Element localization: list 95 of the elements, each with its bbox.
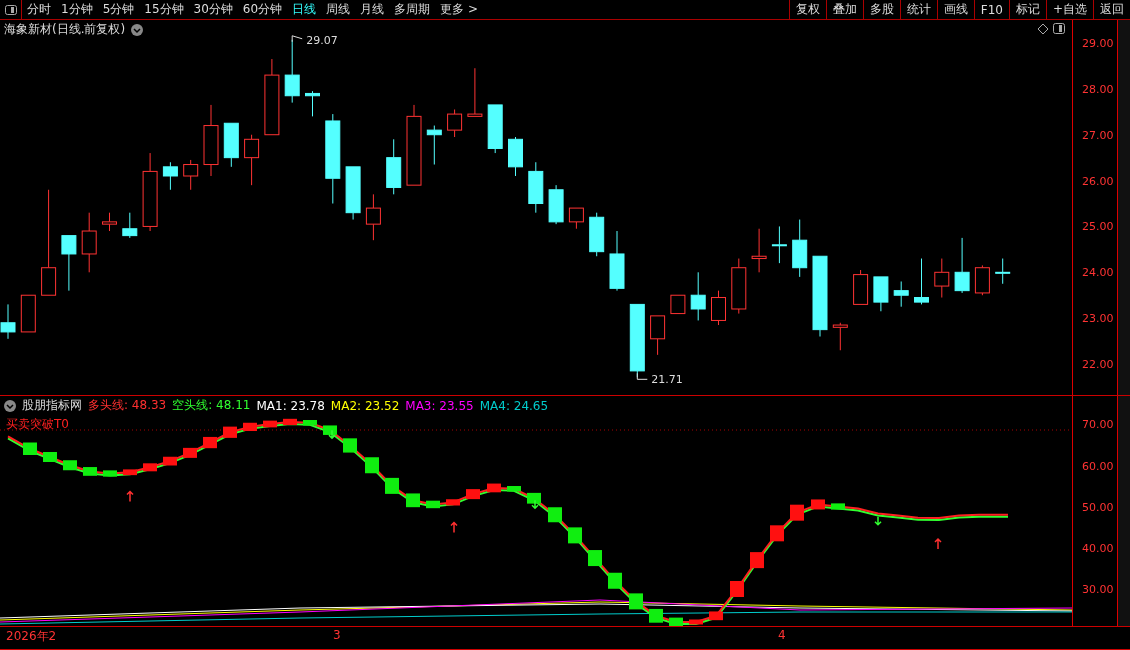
candle xyxy=(183,159,199,191)
diamond-icon[interactable] xyxy=(1037,23,1049,35)
candle xyxy=(670,294,686,315)
signal-label: 买卖突破T0 xyxy=(6,416,69,434)
axis-label: 29.00 xyxy=(1082,36,1114,50)
candle xyxy=(589,212,605,257)
toolbar-button[interactable]: +自选 xyxy=(1045,0,1093,20)
high-price-label: 29.07 xyxy=(306,33,338,47)
legend-value: MA1: 23.78 xyxy=(256,398,325,413)
low-price-label: 21.71 xyxy=(651,373,683,387)
period-tab[interactable]: 多周期 xyxy=(389,1,436,18)
candle xyxy=(548,184,564,225)
candle xyxy=(954,237,970,294)
candle xyxy=(426,125,442,166)
chevron-down-icon[interactable] xyxy=(4,399,16,412)
candle xyxy=(284,39,300,104)
candle xyxy=(365,193,381,241)
toolbar-button[interactable]: 标记 xyxy=(1008,0,1046,20)
candle xyxy=(873,276,889,312)
panel-toggle-icon[interactable] xyxy=(1053,23,1065,34)
toolbar-button[interactable]: F10 xyxy=(973,0,1009,20)
period-tab[interactable]: 月线 xyxy=(355,1,390,18)
axis-label: 60.00 xyxy=(1082,459,1114,473)
candle xyxy=(751,228,767,273)
axis-label: 23.00 xyxy=(1082,311,1114,325)
candle xyxy=(568,207,584,230)
candle xyxy=(711,290,726,326)
period-tab[interactable]: 更多 > xyxy=(435,1,483,18)
candle xyxy=(487,104,503,154)
candle xyxy=(122,212,138,239)
candle xyxy=(974,264,990,296)
period-tab[interactable]: 日线 xyxy=(287,1,322,18)
period-tab[interactable]: 60分钟 xyxy=(237,1,288,18)
candle xyxy=(914,258,929,305)
candle xyxy=(893,280,909,308)
candle xyxy=(731,258,747,315)
toolbar-button[interactable]: 多股 xyxy=(862,0,900,20)
toolbar-button[interactable]: 叠加 xyxy=(825,0,863,20)
toolbar-button[interactable]: 返回 xyxy=(1093,0,1130,20)
candle xyxy=(853,269,869,305)
leader-line xyxy=(291,35,303,43)
candle xyxy=(934,258,950,298)
legend-value: MA4: 24.65 xyxy=(479,398,549,413)
candle xyxy=(792,219,808,278)
chart-title: 海象新材(日线.前复权) xyxy=(4,21,126,38)
candle xyxy=(508,136,523,177)
date-label: 2026年2 xyxy=(6,628,57,646)
candle xyxy=(102,212,117,232)
toolbar-button[interactable]: 统计 xyxy=(899,0,937,20)
period-tab[interactable]: 5分钟 xyxy=(97,1,140,18)
candle xyxy=(20,294,36,333)
candle xyxy=(305,90,320,117)
date-label: 4 xyxy=(778,628,786,643)
period-tab[interactable]: 周线 xyxy=(321,1,356,18)
candle xyxy=(690,271,706,321)
candle xyxy=(345,166,361,221)
period-tab[interactable]: 30分钟 xyxy=(188,1,238,18)
candle xyxy=(223,122,239,168)
legend-value: MA3: 23.55 xyxy=(405,398,474,413)
candle xyxy=(386,138,402,195)
axis-label: 30.00 xyxy=(1082,582,1114,596)
axis-label: 25.00 xyxy=(1082,219,1114,233)
candle xyxy=(771,225,787,264)
candle xyxy=(832,322,848,351)
candle xyxy=(650,315,666,356)
period-tab[interactable]: 分时 xyxy=(22,1,56,18)
period-tab[interactable]: 15分钟 xyxy=(139,1,189,18)
toolbar-button[interactable]: 画线 xyxy=(936,0,974,20)
candle xyxy=(61,235,77,292)
axis-label: 24.00 xyxy=(1082,265,1114,279)
candle xyxy=(447,109,463,138)
axis-label: 70.00 xyxy=(1082,417,1114,431)
candle xyxy=(162,161,178,191)
axis-label: 28.00 xyxy=(1082,82,1114,96)
legend-value: 空头线: 48.11 xyxy=(172,397,251,415)
legend-value: MA2: 23.52 xyxy=(330,398,400,413)
axis-label: 22.00 xyxy=(1082,357,1114,371)
axis-label: 27.00 xyxy=(1082,128,1114,142)
axis-label: 50.00 xyxy=(1082,500,1114,514)
candle xyxy=(0,303,16,340)
candle xyxy=(528,161,544,214)
toolbar-button[interactable]: 复权 xyxy=(788,0,826,20)
axis-label: 40.00 xyxy=(1082,541,1114,555)
legend-value: 多头线: 48.33 xyxy=(88,397,167,415)
candle xyxy=(81,212,97,273)
chevron-down-icon[interactable] xyxy=(131,23,144,36)
period-tab[interactable]: 1分钟 xyxy=(56,1,98,18)
candle xyxy=(467,67,483,117)
candle xyxy=(995,258,1011,285)
leader-line xyxy=(636,372,648,380)
indicator-name: 股朋指标网 xyxy=(22,397,82,415)
date-label: 3 xyxy=(333,628,341,643)
axis-label: 26.00 xyxy=(1082,174,1114,188)
candle xyxy=(609,230,625,292)
candle xyxy=(244,134,260,186)
